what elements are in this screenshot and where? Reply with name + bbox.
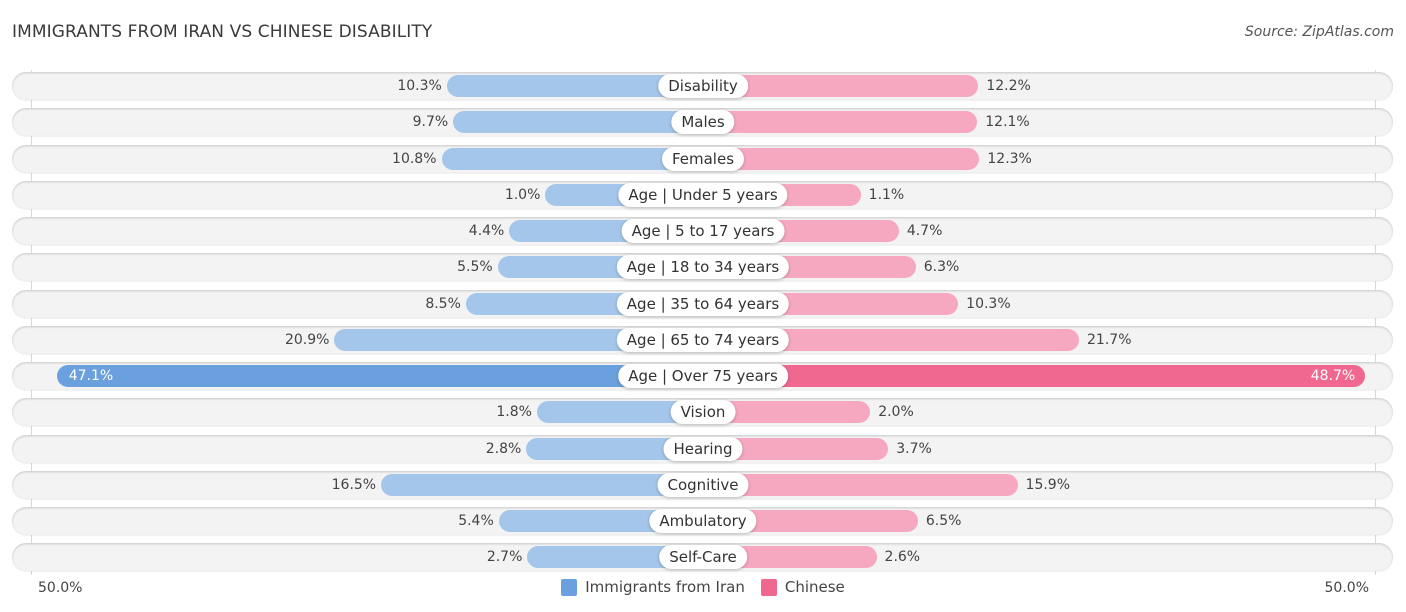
value-label-chinese: 4.7% [906, 223, 943, 239]
value-label-chinese: 1.1% [868, 186, 905, 203]
value-label-chinese: 3.7% [896, 440, 932, 457]
value-label-iran: 8.5% [425, 295, 461, 312]
value-label-iran: 10.8% [392, 150, 437, 167]
value-label-iran: 20.9% [284, 331, 330, 348]
bar-iran[interactable] [381, 473, 703, 496]
category-label: Cognitive [657, 472, 749, 497]
value-label-iran: 2.8% [485, 440, 522, 457]
legend-item-iran[interactable]: Immigrants from Iran [561, 578, 745, 596]
legend-swatch-chinese [760, 578, 777, 596]
bar-iran[interactable] [56, 365, 703, 387]
value-label-iran: 2.7% [486, 549, 523, 566]
value-label-iran: 47.1% [68, 368, 114, 384]
category-label: Age | 65 to 74 years [616, 327, 790, 352]
value-label-chinese: 21.7% [1087, 331, 1132, 348]
legend-label-iran: Immigrants from Iran [585, 578, 745, 596]
value-label-chinese: 12.3% [987, 150, 1032, 167]
category-label: Males [671, 110, 735, 135]
value-label-iran: 1.8% [496, 404, 532, 421]
value-label-iran: 4.4% [468, 223, 505, 239]
value-label-iran: 10.3% [397, 78, 442, 94]
legend-swatch-iran [561, 578, 578, 596]
bar-chinese[interactable] [703, 111, 978, 134]
value-label-chinese: 2.0% [878, 404, 914, 421]
bar-iran[interactable] [453, 111, 703, 134]
category-label: Vision [670, 400, 736, 425]
value-label-chinese: 15.9% [1025, 476, 1071, 493]
value-label-chinese: 6.5% [925, 513, 962, 529]
bar-chinese[interactable] [703, 365, 1366, 387]
value-label-chinese: 12.1% [985, 114, 1030, 131]
value-label-iran: 9.7% [412, 114, 449, 131]
value-label-chinese: 12.2% [986, 78, 1031, 94]
value-label-iran: 5.4% [458, 513, 494, 529]
value-label-iran: 5.5% [457, 259, 493, 276]
category-label: Females [661, 146, 745, 171]
bar-chinese[interactable] [703, 473, 1018, 496]
category-label: Disability [658, 74, 748, 98]
category-label: Age | 18 to 34 years [616, 255, 790, 280]
category-label: Self-Care [659, 545, 747, 570]
source-label: Source: ZipAtlas.com [1244, 24, 1394, 40]
value-label-chinese: 48.7% [1310, 368, 1356, 384]
value-label-chinese: 2.6% [884, 549, 921, 566]
category-label: Age | 5 to 17 years [621, 219, 785, 243]
value-label-iran: 1.0% [504, 186, 541, 203]
value-label-chinese: 6.3% [923, 259, 960, 276]
category-label: Ambulatory [649, 509, 757, 533]
category-label: Age | 35 to 64 years [616, 291, 790, 316]
category-label: Age | Under 5 years [618, 182, 788, 207]
legend: Immigrants from Iran Chinese [0, 578, 1406, 596]
value-label-iran: 16.5% [331, 476, 377, 493]
value-label-chinese: 10.3% [966, 295, 1011, 312]
category-label: Hearing [663, 436, 743, 461]
chart-title: IMMIGRANTS FROM IRAN VS CHINESE DISABILI… [12, 22, 433, 42]
category-label: Age | Over 75 years [618, 364, 788, 388]
bar-chinese[interactable] [703, 147, 980, 170]
legend-label-chinese: Chinese [784, 578, 845, 596]
legend-item-chinese[interactable]: Chinese [760, 578, 845, 596]
